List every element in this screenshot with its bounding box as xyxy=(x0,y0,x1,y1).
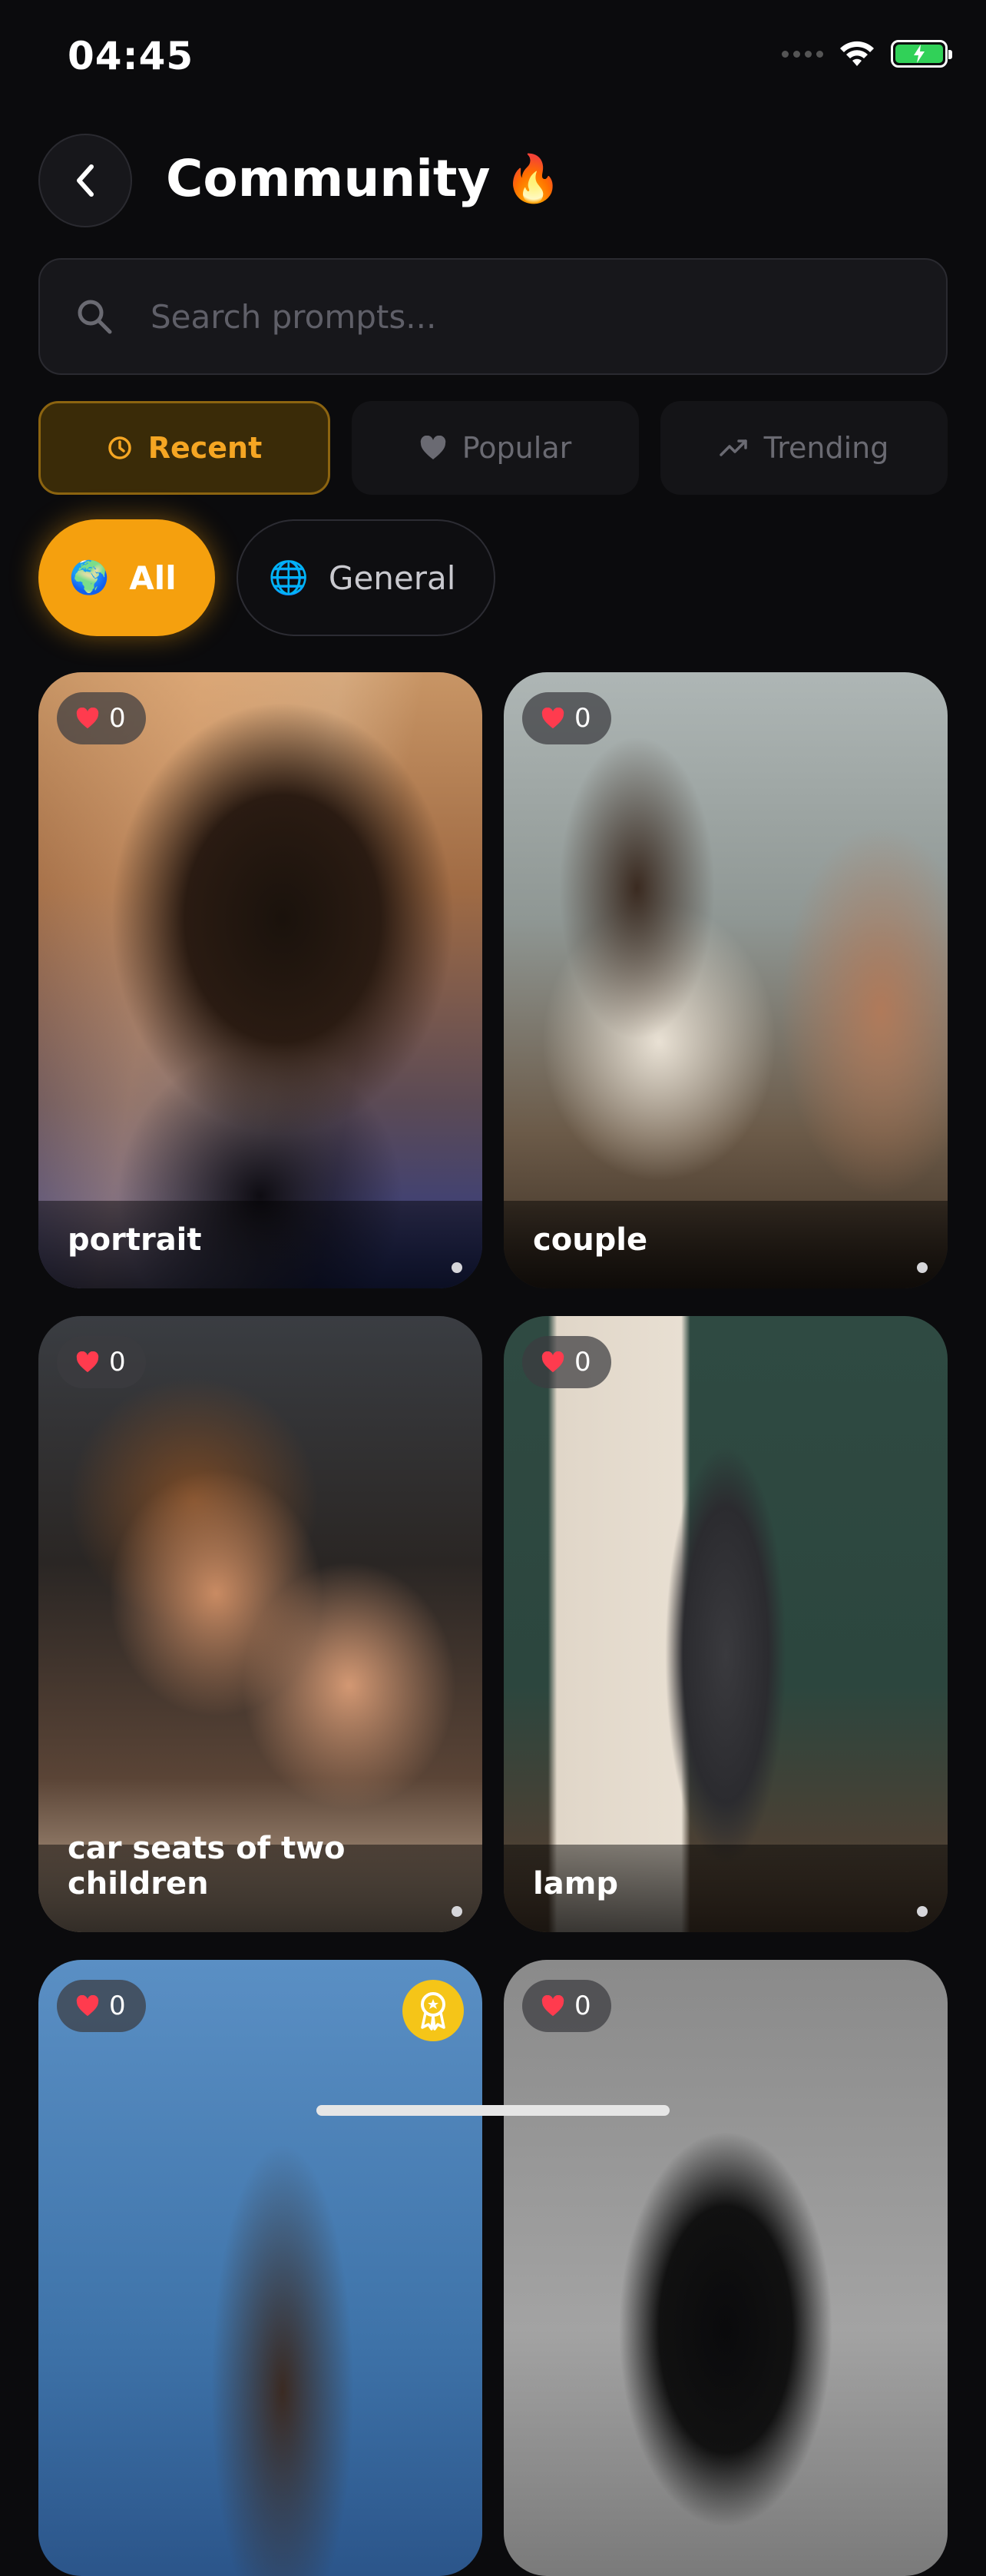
like-badge[interactable]: 0 xyxy=(522,1336,611,1388)
card-image xyxy=(504,1316,948,1932)
heart-icon xyxy=(541,708,564,729)
prompt-card[interactable]: 0 xyxy=(38,1960,482,2576)
chip-all[interactable]: 🌍 All xyxy=(38,519,215,636)
heart-icon xyxy=(420,436,445,459)
card-image xyxy=(38,672,482,1288)
prompt-card[interactable]: 0 lamp xyxy=(504,1316,948,1932)
search-bar[interactable] xyxy=(38,258,948,375)
globe-meridians-icon: 🌐 xyxy=(268,559,309,596)
indicator-dot xyxy=(917,1262,928,1273)
status-icons xyxy=(782,40,952,68)
like-badge[interactable]: 0 xyxy=(57,1980,146,2032)
like-badge[interactable]: 0 xyxy=(522,1980,611,2032)
card-title: lamp xyxy=(533,1866,619,1901)
fire-icon: 🔥 xyxy=(504,151,562,206)
prompt-card[interactable]: 0 xyxy=(504,1960,948,2576)
indicator-dot xyxy=(452,1906,462,1917)
card-image xyxy=(504,672,948,1288)
chevron-left-icon xyxy=(77,164,94,197)
signal-icon xyxy=(782,50,823,58)
page-title-text: Community xyxy=(166,149,491,208)
tab-popular-label: Popular xyxy=(462,431,572,465)
tab-trending-label: Trending xyxy=(763,431,889,465)
trending-up-icon xyxy=(719,439,747,456)
back-button[interactable] xyxy=(38,134,132,227)
card-image xyxy=(38,1960,482,2576)
heart-icon xyxy=(76,1351,99,1373)
card-title: portrait xyxy=(68,1222,202,1258)
chip-all-label: All xyxy=(129,559,177,597)
like-count: 0 xyxy=(574,1991,591,2021)
heart-icon xyxy=(76,708,99,729)
category-chips: 🌍 All 🌐 General xyxy=(38,519,496,636)
award-badge xyxy=(402,1980,464,2041)
clock-icon xyxy=(108,436,131,459)
sort-tabs: Recent Popular Trending xyxy=(38,401,948,495)
tab-recent[interactable]: Recent xyxy=(38,401,330,495)
like-count: 0 xyxy=(574,703,591,734)
tab-popular[interactable]: Popular xyxy=(352,401,639,495)
page-title: Community 🔥 xyxy=(166,149,561,208)
like-count: 0 xyxy=(109,1991,126,2021)
prompt-card[interactable]: 0 portrait xyxy=(38,672,482,1288)
like-count: 0 xyxy=(109,703,126,734)
tab-trending[interactable]: Trending xyxy=(660,401,948,495)
award-icon xyxy=(421,1992,445,2031)
like-count: 0 xyxy=(574,1347,591,1378)
search-input[interactable] xyxy=(149,297,946,337)
card-caption: portrait xyxy=(38,1201,482,1288)
wifi-icon xyxy=(840,41,874,66)
status-bar: 04:45 xyxy=(0,0,986,115)
prompt-card[interactable]: 0 car seats of two children xyxy=(38,1316,482,1932)
like-badge[interactable]: 0 xyxy=(57,1336,146,1388)
card-caption: couple xyxy=(504,1201,948,1288)
battery-icon xyxy=(891,40,952,68)
card-caption: lamp xyxy=(504,1845,948,1932)
globe-icon: 🌍 xyxy=(69,559,110,596)
card-caption: car seats of two children xyxy=(38,1831,482,1932)
card-image xyxy=(504,1960,948,2576)
chip-general[interactable]: 🌐 General xyxy=(236,519,496,636)
like-badge[interactable]: 0 xyxy=(57,692,146,744)
home-indicator[interactable] xyxy=(316,2105,670,2116)
card-title: car seats of two children xyxy=(68,1831,346,1901)
prompt-card[interactable]: 0 couple xyxy=(504,672,948,1288)
search-icon xyxy=(78,300,112,334)
status-time: 04:45 xyxy=(68,34,194,78)
heart-icon xyxy=(76,1995,99,2017)
card-title: couple xyxy=(533,1222,648,1258)
like-badge[interactable]: 0 xyxy=(522,692,611,744)
indicator-dot xyxy=(917,1906,928,1917)
like-count: 0 xyxy=(109,1347,126,1378)
heart-icon xyxy=(541,1351,564,1373)
heart-icon xyxy=(541,1995,564,2017)
indicator-dot xyxy=(452,1262,462,1273)
tab-recent-label: Recent xyxy=(147,431,263,465)
chip-general-label: General xyxy=(328,559,456,597)
